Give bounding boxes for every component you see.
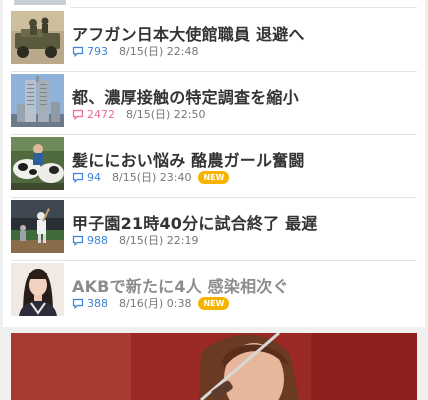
news-date: 8/15(日) 22:48 [119, 45, 199, 58]
comment-icon [72, 235, 84, 246]
news-title: 甲子園21時40分に試合終了 最遅 [72, 214, 318, 233]
news-list: アフガン日本大使館職員 退避へ 793 8/15(日) 22:48 都、濃厚接触… [3, 9, 425, 324]
comment-icon [72, 172, 84, 183]
news-title: 髪ににおい悩み 酪農ガール奮闘 [72, 151, 305, 170]
news-item-dairy-girl[interactable]: 髪ににおい悩み 酪農ガール奮闘 94 8/15(日) 23:40 NEW [3, 135, 425, 198]
news-meta: 94 8/15(日) 23:40 NEW [72, 170, 230, 184]
news-date: 8/15(日) 22:19 [119, 234, 199, 247]
news-thumbnail [11, 137, 64, 190]
news-item-akb-infections[interactable]: AKBで新たに4人 感染相次ぐ 388 8/16(月) 0:38 NEW [3, 261, 425, 324]
news-date: 8/15(日) 22:50 [126, 108, 206, 121]
news-thumbnail [11, 11, 64, 64]
news-thumbnail [11, 200, 64, 253]
divider [70, 7, 417, 8]
news-title: 都、濃厚接触の特定調査を縮小 [72, 88, 299, 107]
new-badge: NEW [198, 296, 230, 310]
news-title: AKBで新たに4人 感染相次ぐ [72, 277, 289, 296]
news-item-koshien[interactable]: 甲子園21時40分に試合終了 最遅 988 8/15(日) 22:19 [3, 198, 425, 261]
comment-count: 388 [87, 296, 108, 310]
comment-icon [72, 109, 84, 120]
news-meta: 793 8/15(日) 22:48 [72, 44, 198, 58]
news-meta: 388 8/16(月) 0:38 NEW [72, 296, 230, 310]
news-title: アフガン日本大使館職員 退避へ [72, 25, 305, 44]
new-badge: NEW [198, 170, 230, 184]
previous-item-thumbnail[interactable] [14, 0, 66, 5]
news-thumbnail [11, 263, 64, 316]
news-meta: 988 8/15(日) 22:19 [72, 233, 198, 247]
comment-icon [72, 298, 84, 309]
news-item-contact-tracing[interactable]: 都、濃厚接触の特定調査を縮小 2472 8/15(日) 22:50 [3, 72, 425, 135]
comment-count: 793 [87, 44, 108, 58]
featured-photo[interactable] [11, 333, 417, 400]
featured-photo-image [11, 333, 417, 400]
news-card: アフガン日本大使館職員 退避へ 793 8/15(日) 22:48 都、濃厚接触… [3, 0, 425, 327]
comment-count: 94 [87, 170, 101, 184]
news-item-afghan-embassy[interactable]: アフガン日本大使館職員 退避へ 793 8/15(日) 22:48 [3, 9, 425, 72]
comment-count: 988 [87, 233, 108, 247]
news-date: 8/15(日) 23:40 [112, 171, 192, 184]
news-meta: 2472 8/15(日) 22:50 [72, 107, 205, 121]
comment-count: 2472 [87, 107, 115, 121]
news-thumbnail [11, 74, 64, 127]
comment-icon [72, 46, 84, 57]
news-date: 8/16(月) 0:38 [119, 297, 192, 310]
